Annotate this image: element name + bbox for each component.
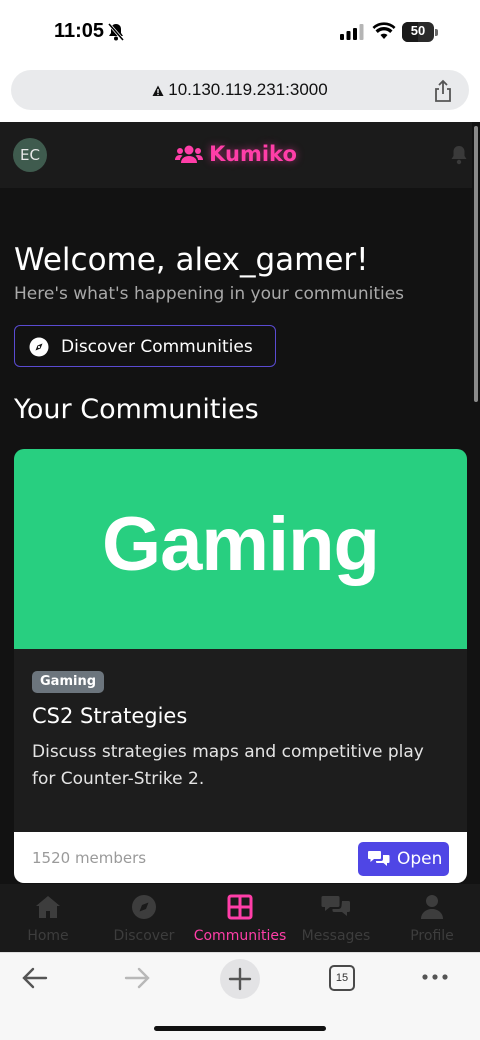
brand-name: Kumiko — [209, 142, 297, 166]
scrollbar[interactable] — [474, 126, 478, 402]
home-indicator — [154, 1026, 326, 1031]
battery-indicator: 50 — [402, 22, 438, 42]
share-icon[interactable] — [433, 79, 453, 107]
new-tab-button[interactable] — [220, 959, 260, 999]
community-description: Discuss strategies maps and competitive … — [32, 742, 424, 789]
users-icon — [175, 144, 204, 169]
browser-address-area: 10.130.119.231:3000 — [0, 64, 480, 122]
browser-toolbar: 15 — [0, 952, 480, 1040]
bottom-nav: Home Discover Communities Messages Profi… — [0, 884, 480, 952]
nav-communities-label: Communities — [193, 928, 287, 944]
nav-messages-label: Messages — [301, 928, 371, 944]
member-count: 1520 members — [32, 849, 147, 867]
nav-profile-label: Profile — [410, 928, 454, 944]
nav-profile[interactable]: Profile — [384, 894, 480, 944]
open-button[interactable]: Open — [358, 842, 449, 876]
compass-icon — [29, 337, 49, 361]
home-icon — [0, 894, 96, 922]
address-bar[interactable]: 10.130.119.231:3000 — [11, 70, 469, 110]
nav-home[interactable]: Home — [0, 894, 96, 944]
plus-icon — [228, 967, 252, 991]
section-title: Your Communities — [14, 394, 259, 425]
battery-percent: 50 — [410, 23, 426, 38]
community-title: CS2 Strategies — [32, 704, 188, 728]
back-arrow-icon[interactable] — [20, 961, 50, 999]
more-icon[interactable] — [420, 967, 450, 991]
nav-communities[interactable]: Communities — [192, 894, 288, 944]
community-banner: Gaming — [14, 449, 467, 649]
bell-icon[interactable] — [450, 145, 468, 169]
bell-off-icon — [107, 23, 125, 45]
app-header: EC Kumiko — [0, 122, 472, 188]
tabs-button[interactable]: 15 — [329, 965, 355, 991]
status-bar: 11:05 50 — [0, 0, 480, 64]
card-footer: 1520 members Open — [14, 832, 467, 883]
forward-arrow-icon[interactable] — [122, 961, 152, 999]
category-badge: Gaming — [32, 671, 105, 693]
compass-icon — [96, 894, 192, 922]
app-viewport: EC Kumiko Welcome, alex_gamer! Here's wh… — [0, 122, 480, 952]
warning-icon — [152, 82, 164, 102]
discover-label: Discover Communities — [61, 337, 253, 357]
discover-communities-button[interactable]: Discover Communities — [14, 325, 276, 367]
nav-discover-label: Discover — [113, 928, 175, 944]
nav-home-label: Home — [27, 928, 69, 944]
brand-logo[interactable]: Kumiko — [0, 142, 472, 169]
nav-messages[interactable]: Messages — [288, 894, 384, 944]
grid-icon — [192, 894, 288, 922]
user-icon — [384, 894, 480, 922]
cellular-signal-icon — [340, 24, 364, 44]
url-text: 10.130.119.231:3000 — [168, 80, 328, 99]
wifi-icon — [372, 22, 396, 44]
banner-text: Gaming — [102, 502, 380, 587]
welcome-subtitle: Here's what's happening in your communit… — [14, 284, 405, 304]
welcome-heading: Welcome, alex_gamer! — [14, 242, 369, 278]
open-label: Open — [397, 849, 443, 869]
nav-discover[interactable]: Discover — [96, 894, 192, 944]
status-time: 11:05 — [54, 20, 105, 42]
community-card[interactable]: Gaming Gaming CS2 Strategies Discuss str… — [14, 449, 467, 883]
chat-icon — [368, 850, 390, 872]
chat-icon — [288, 894, 384, 922]
